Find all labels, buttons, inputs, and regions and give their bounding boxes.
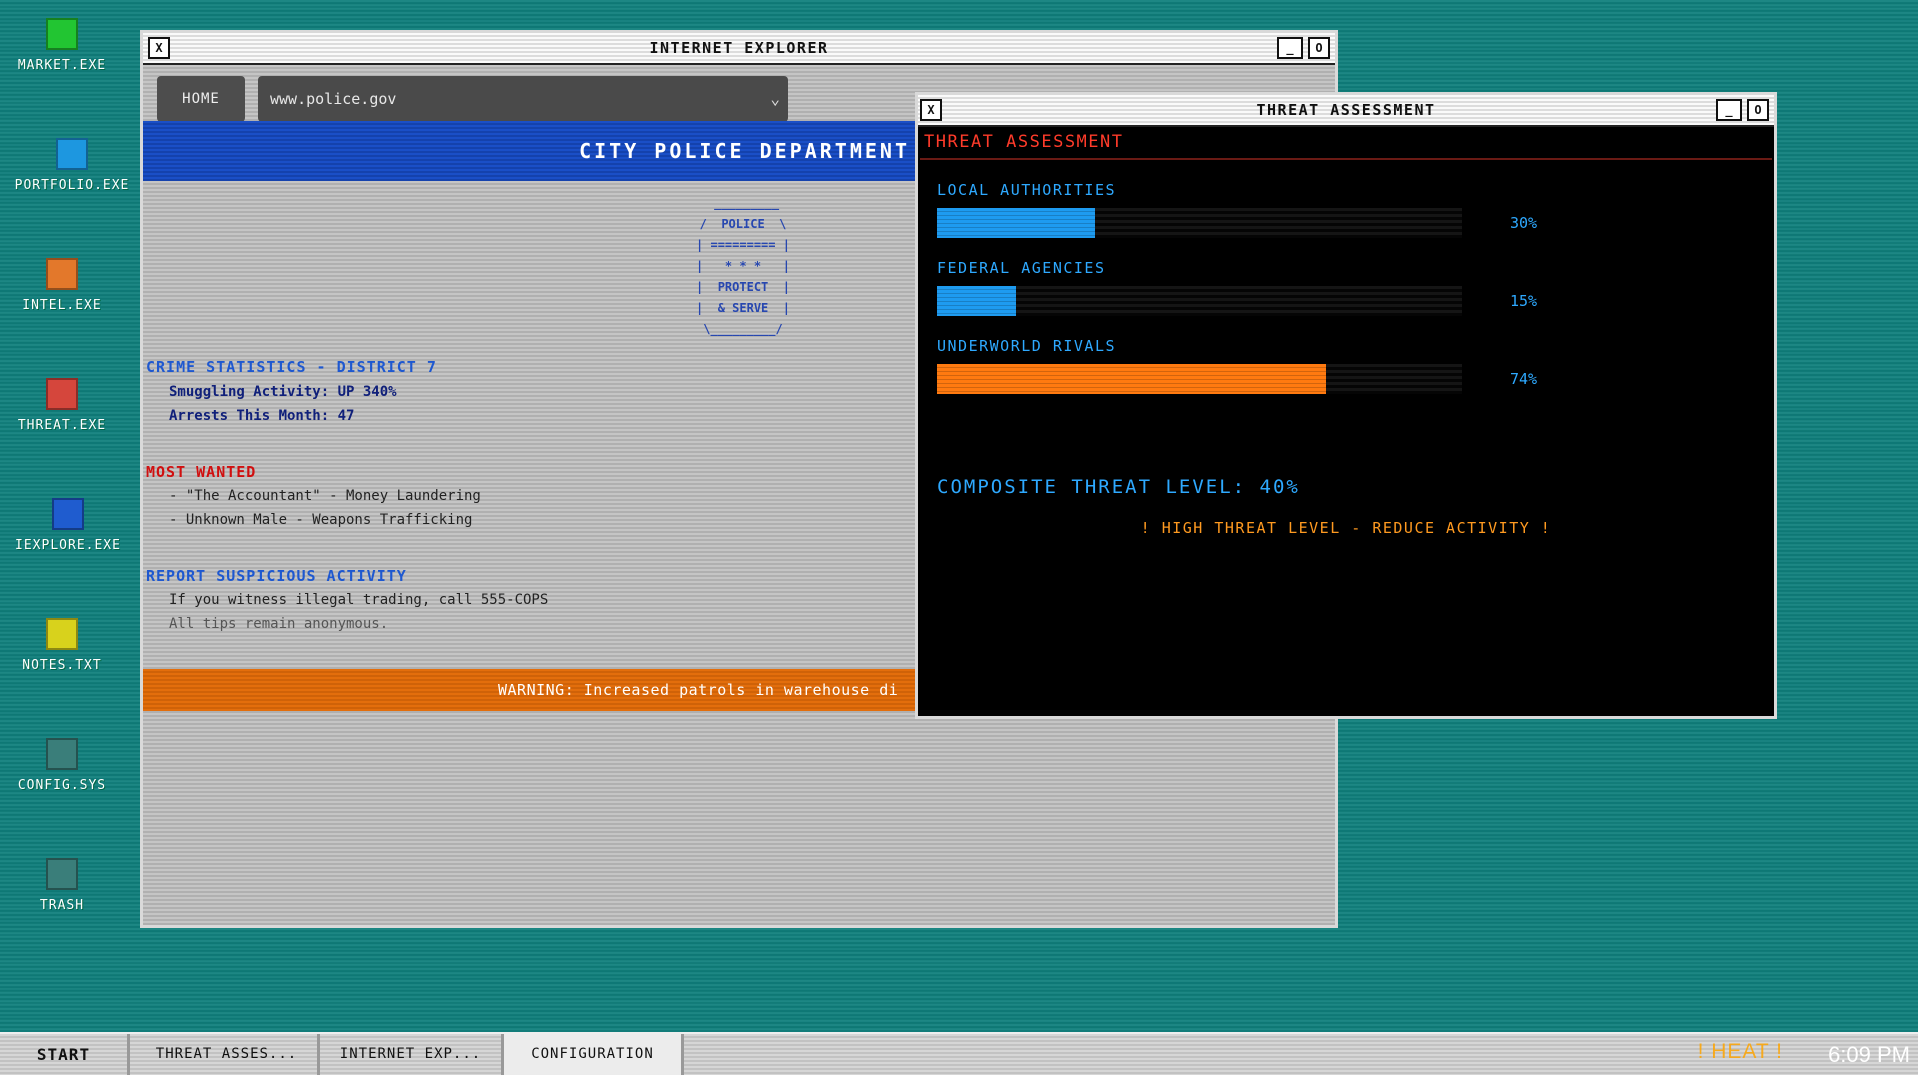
config-icon <box>46 738 78 770</box>
ie-titlebar[interactable]: X INTERNET EXPLORER _ O <box>143 33 1335 65</box>
report-line-2: All tips remain anonymous. <box>169 616 389 632</box>
bar-fill-underworld <box>937 364 1326 394</box>
home-button[interactable]: HOME <box>157 76 245 122</box>
bar-percent-local: 30% <box>1510 214 1538 232</box>
threat-window-title: THREAT ASSESSMENT <box>1256 101 1436 119</box>
desktop-icon-intel[interactable]: INTEL.EXE <box>2 258 122 313</box>
desktop-icon-config[interactable]: CONFIG.SYS <box>2 738 122 793</box>
composite-threat-level: COMPOSITE THREAT LEVEL: 40% <box>937 476 1300 498</box>
clock: 6:09 PM <box>1828 1042 1910 1067</box>
notes-icon <box>46 618 78 650</box>
most-wanted-heading: MOST WANTED <box>146 463 257 481</box>
bar-label-local: LOCAL AUTHORITIES <box>937 181 1117 199</box>
bar-track-federal <box>937 286 1462 316</box>
desktop-icon-threat[interactable]: THREAT.EXE <box>2 378 122 433</box>
threat-minimize-button[interactable]: _ <box>1716 99 1742 121</box>
threat-titlebar[interactable]: X THREAT ASSESSMENT _ O <box>918 95 1774 127</box>
warning-text: WARNING: Increased patrols in warehouse … <box>498 681 899 699</box>
crime-line-2: Arrests This Month: 47 <box>169 408 355 424</box>
ie-maximize-button[interactable]: O <box>1308 37 1330 59</box>
crime-stats-heading: CRIME STATISTICS - DISTRICT 7 <box>146 358 437 376</box>
report-heading: REPORT SUSPICIOUS ACTIVITY <box>146 567 407 585</box>
bar-percent-federal: 15% <box>1510 292 1538 310</box>
trash-icon <box>46 858 78 890</box>
taskbar: START THREAT ASSES... INTERNET EXP... CO… <box>0 1032 1918 1075</box>
ie-minimize-button[interactable]: _ <box>1277 37 1303 59</box>
desktop-icon-label: THREAT.EXE <box>17 418 107 433</box>
desktop-icon-portfolio[interactable]: PORTFOLIO.EXE <box>12 138 132 193</box>
taskbar-item-configuration[interactable]: CONFIGURATION <box>504 1034 684 1075</box>
police-badge-ascii: _________ / POLICE \ | ========= | | * *… <box>696 196 790 336</box>
banner-title: CITY POLICE DEPARTMENT <box>579 139 910 163</box>
threat-divider <box>920 158 1772 160</box>
bar-percent-underworld: 74% <box>1510 370 1538 388</box>
bar-label-federal: FEDERAL AGENCIES <box>937 259 1106 277</box>
desktop-icon-market[interactable]: MARKET.EXE <box>2 18 122 73</box>
crime-line-1: Smuggling Activity: UP 340% <box>169 384 397 400</box>
iexplore-icon <box>52 498 84 530</box>
threat-content: THREAT ASSESSMENT LOCAL AUTHORITIES 30% … <box>920 128 1772 714</box>
desktop-icon-iexplore[interactable]: IEXPLORE.EXE <box>8 498 128 553</box>
desktop-icon-trash[interactable]: TRASH <box>2 858 122 913</box>
portfolio-icon <box>56 138 88 170</box>
desktop-icon-label: NOTES.TXT <box>22 658 102 673</box>
ie-window-title: INTERNET EXPLORER <box>649 39 829 57</box>
url-dropdown[interactable]: www.police.gov ⌄ <box>258 76 788 122</box>
wanted-line-1: - "The Accountant" - Money Laundering <box>169 488 481 504</box>
threat-alert: ! HIGH THREAT LEVEL - REDUCE ACTIVITY ! <box>1140 519 1552 537</box>
intel-icon <box>46 258 78 290</box>
desktop-icon-label: INTEL.EXE <box>22 298 102 313</box>
report-line-1: If you witness illegal trading, call 555… <box>169 592 549 608</box>
desktop-icon-label: IEXPLORE.EXE <box>15 538 121 553</box>
taskbar-item-ie[interactable]: INTERNET EXP... <box>320 1034 504 1075</box>
desktop-icon-label: TRASH <box>39 898 85 913</box>
threat-maximize-button[interactable]: O <box>1747 99 1769 121</box>
threat-assessment-window: X THREAT ASSESSMENT _ O THREAT ASSESSMEN… <box>915 92 1777 719</box>
threat-icon <box>46 378 78 410</box>
url-text: www.police.gov <box>270 90 397 108</box>
desktop-icon-label: CONFIG.SYS <box>17 778 107 793</box>
threat-heading: THREAT ASSESSMENT <box>924 132 1124 152</box>
taskbar-item-threat[interactable]: THREAT ASSES... <box>136 1034 320 1075</box>
bar-fill-local <box>937 208 1095 238</box>
chevron-down-icon[interactable]: ⌄ <box>770 76 780 122</box>
heat-indicator: ! HEAT ! <box>1697 1040 1783 1063</box>
bar-fill-federal <box>937 286 1016 316</box>
desktop-icon-label: MARKET.EXE <box>17 58 107 73</box>
wanted-line-2: - Unknown Male - Weapons Trafficking <box>169 512 473 528</box>
desktop-icon-label: PORTFOLIO.EXE <box>14 178 130 193</box>
desktop-icon-notes[interactable]: NOTES.TXT <box>2 618 122 673</box>
start-button[interactable]: START <box>0 1034 130 1075</box>
bar-track-local <box>937 208 1462 238</box>
bar-track-underworld <box>937 364 1462 394</box>
bar-label-underworld: UNDERWORLD RIVALS <box>937 337 1117 355</box>
market-icon <box>46 18 78 50</box>
